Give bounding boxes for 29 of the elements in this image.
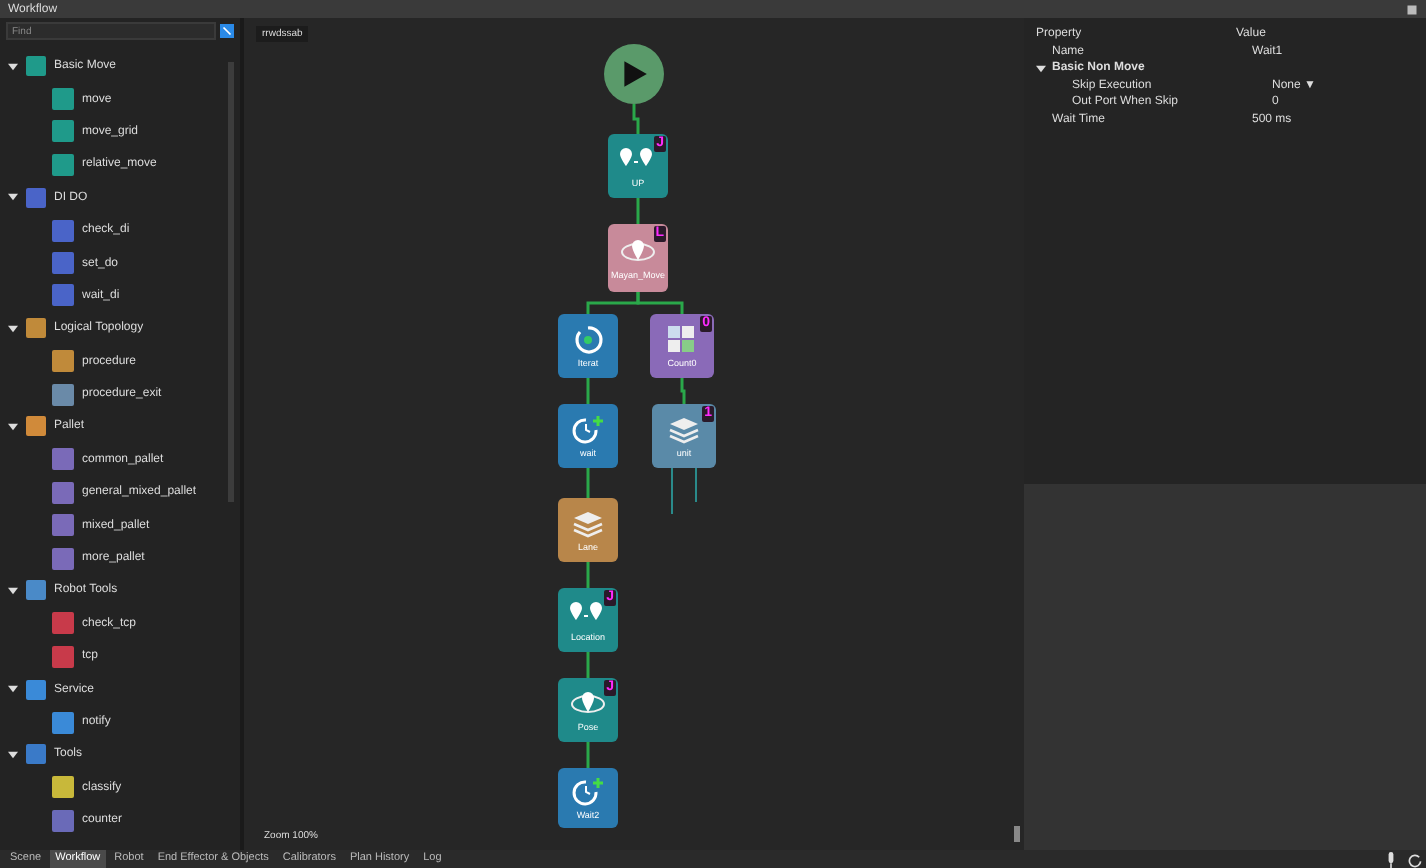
- refresh-icon[interactable]: [1408, 851, 1422, 867]
- connector: [636, 198, 640, 224]
- expand-caret-icon[interactable]: [8, 421, 18, 432]
- layers-icon: [664, 414, 704, 446]
- expand-caret-icon[interactable]: [8, 749, 18, 760]
- expand-caret-icon[interactable]: [1036, 63, 1046, 74]
- connector: [586, 652, 590, 678]
- start-node[interactable]: [604, 44, 664, 104]
- expand-caret-icon[interactable]: [8, 684, 18, 695]
- connector: [632, 104, 640, 134]
- play-icon: [618, 58, 650, 90]
- layers-icon: [568, 508, 608, 540]
- expand-caret-icon[interactable]: [8, 323, 18, 334]
- splitter-handle[interactable]: [1014, 826, 1020, 842]
- restore-icon[interactable]: [1406, 3, 1418, 15]
- microphone-icon[interactable]: [1384, 851, 1398, 867]
- clock-plus-icon: [568, 414, 608, 446]
- connector: [586, 378, 590, 404]
- connector: [671, 467, 697, 515]
- expand-caret-icon[interactable]: [8, 192, 18, 203]
- filter-icon[interactable]: [220, 24, 234, 38]
- connector: [586, 562, 590, 588]
- connector: [586, 742, 590, 768]
- connector: [586, 468, 590, 498]
- clock-plus-icon: [568, 776, 608, 808]
- connector: [680, 378, 686, 404]
- expand-caret-icon[interactable]: [8, 61, 18, 72]
- expand-caret-icon[interactable]: [8, 585, 18, 596]
- connector: [636, 292, 684, 314]
